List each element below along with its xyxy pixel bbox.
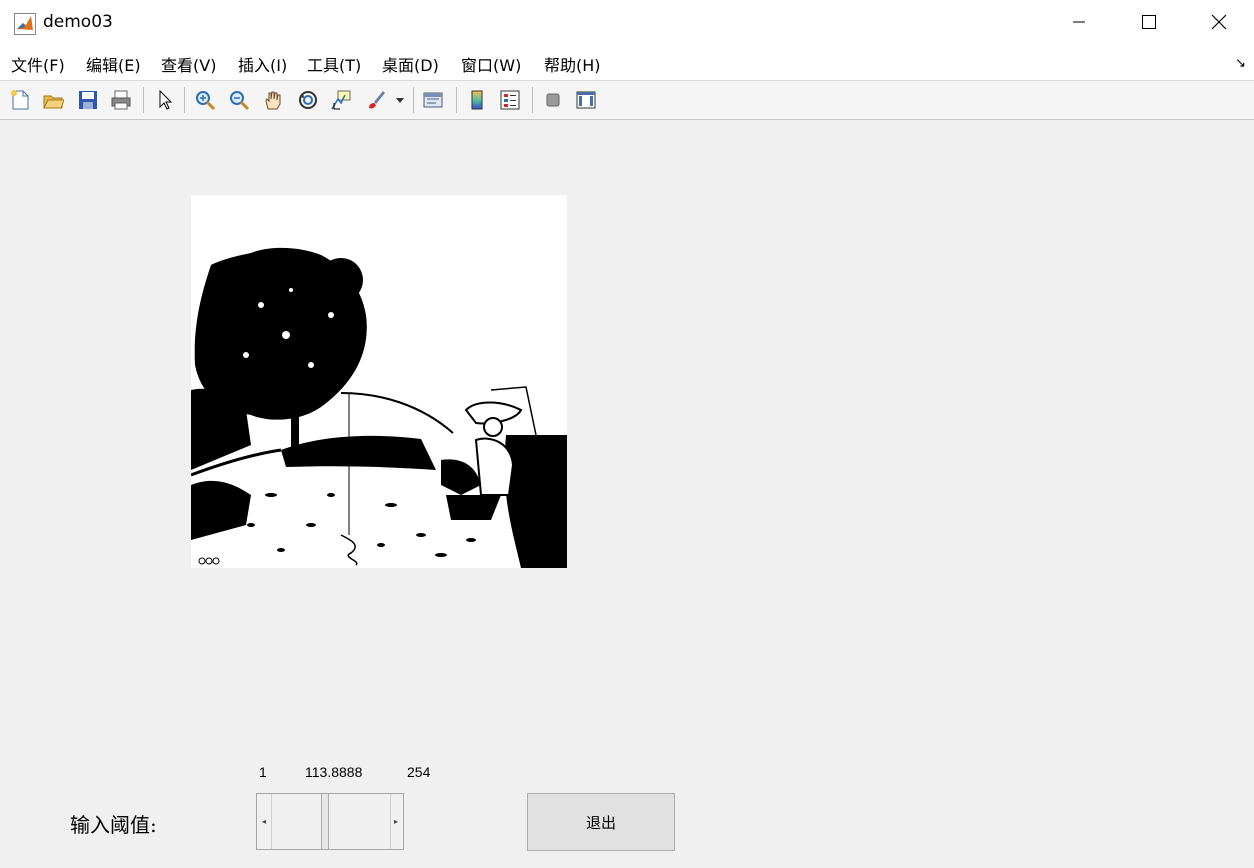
window-title: demo03 [43, 12, 113, 32]
minimize-icon [1071, 14, 1087, 34]
save-icon[interactable] [74, 86, 102, 114]
minimize-button[interactable] [1044, 0, 1114, 48]
open-file-icon[interactable] [39, 86, 67, 114]
brush-dropdown-icon[interactable] [392, 86, 408, 114]
maximize-button[interactable] [1114, 0, 1184, 48]
maximize-icon [1141, 14, 1157, 34]
binarized-photo [190, 195, 567, 568]
rotate-3d-icon[interactable] [294, 86, 322, 114]
zoom-out-icon[interactable] [225, 86, 253, 114]
link-plot-icon[interactable] [419, 86, 447, 114]
slider-max-label: 254 [407, 764, 431, 780]
slider-left-arrow-icon[interactable]: ◂ [257, 794, 271, 849]
menu-desktop[interactable]: 桌面(D) [382, 52, 439, 76]
legend-icon[interactable] [496, 86, 524, 114]
slider-thumb[interactable] [321, 794, 329, 849]
menu-tools[interactable]: 工具(T) [307, 52, 361, 76]
print-icon[interactable] [107, 86, 135, 114]
menu-edit[interactable]: 编辑(E) [86, 52, 141, 76]
colorbar-icon[interactable] [463, 86, 491, 114]
show-plot-tools-icon[interactable] [572, 86, 600, 114]
toolbar-separator [184, 87, 185, 113]
pan-hand-icon[interactable] [259, 86, 287, 114]
figure-toolbar [0, 81, 1254, 120]
pointer-icon[interactable] [151, 86, 179, 114]
exit-button[interactable]: 退出 [527, 793, 675, 851]
toolbar-separator [456, 87, 457, 113]
binary-image-axes [190, 195, 567, 568]
menu-window[interactable]: 窗口(W) [461, 52, 521, 76]
toolbar-separator [413, 87, 414, 113]
close-button[interactable] [1184, 0, 1254, 48]
toolbar-separator [143, 87, 144, 113]
dock-figure-icon[interactable]: ↘ [1235, 56, 1246, 71]
toolbar-separator [532, 87, 533, 113]
data-cursor-icon[interactable] [327, 86, 355, 114]
menu-view[interactable]: 查看(V) [161, 52, 216, 76]
menu-file[interactable]: 文件(F) [11, 52, 65, 76]
slider-min-label: 1 [259, 764, 267, 780]
slider-value-label: 113.8888 [305, 764, 363, 780]
new-figure-icon[interactable] [6, 86, 34, 114]
threshold-slider[interactable]: ◂ ▸ [256, 793, 404, 850]
zoom-in-icon[interactable] [191, 86, 219, 114]
threshold-label: 输入阈值: [70, 813, 157, 837]
matlab-logo-icon [14, 13, 36, 35]
slider-right-arrow-icon[interactable]: ▸ [389, 794, 403, 849]
menu-insert[interactable]: 插入(I) [238, 52, 287, 76]
slider-track[interactable] [271, 794, 391, 849]
menu-bar: 文件(F) 编辑(E) 查看(V) 插入(I) 工具(T) 桌面(D) 窗口(W… [0, 48, 1254, 81]
hide-plot-tools-icon[interactable] [539, 86, 567, 114]
menu-help[interactable]: 帮助(H) [544, 52, 601, 76]
title-bar: demo03 [0, 0, 1254, 48]
brush-icon[interactable] [362, 86, 390, 114]
close-icon [1211, 14, 1227, 34]
